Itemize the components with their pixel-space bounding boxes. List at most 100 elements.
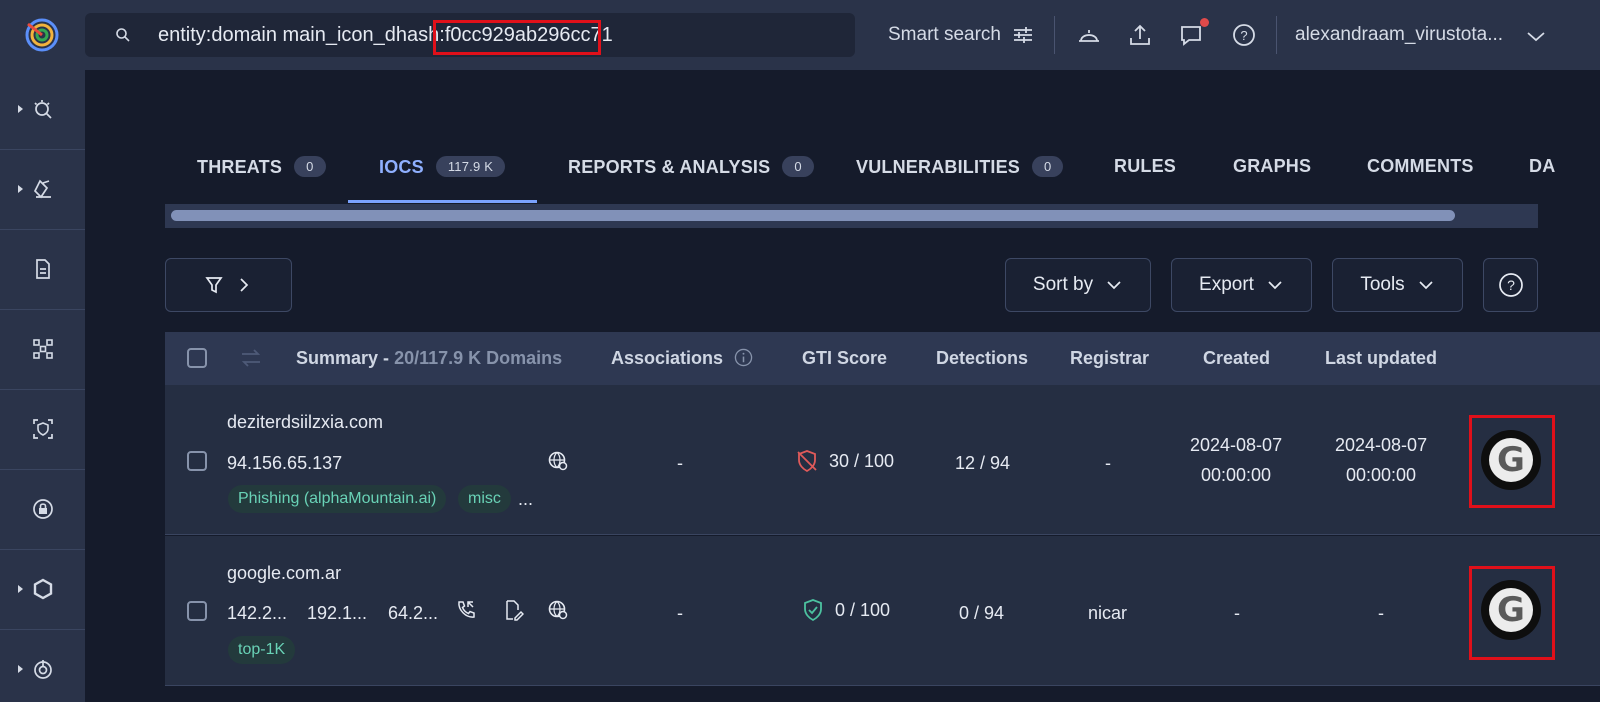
tab-comments[interactable]: COMMENTS xyxy=(1367,156,1474,177)
column-summary[interactable]: Summary - 20/117.9 K Domains xyxy=(296,348,562,369)
associations-value: - xyxy=(677,603,683,623)
column-associations[interactable]: Associations xyxy=(611,348,753,369)
column-registrar[interactable]: Registrar xyxy=(1070,348,1149,369)
tab-count-badge: 0 xyxy=(782,156,814,177)
shield-scan-icon xyxy=(33,419,53,439)
chevron-down-icon xyxy=(1268,281,1282,290)
highlight-box-favicon xyxy=(1469,415,1555,508)
row-checkbox[interactable] xyxy=(187,451,207,471)
caret-right-icon xyxy=(18,105,23,113)
tab-iocs[interactable]: IOCS 117.9 K xyxy=(379,156,506,178)
tools-button[interactable]: Tools xyxy=(1332,258,1463,312)
globe-search-icon[interactable] xyxy=(547,599,569,621)
chevron-down-icon[interactable] xyxy=(1522,22,1550,50)
document-icon xyxy=(36,259,50,279)
lock-icon xyxy=(33,499,53,519)
user-menu[interactable]: alexandraam_virustota... xyxy=(1295,24,1503,46)
filter-button[interactable] xyxy=(165,258,292,312)
divider xyxy=(1054,16,1055,54)
help-icon: ? xyxy=(1498,273,1523,297)
sidebar-item-security[interactable] xyxy=(0,470,85,550)
column-created[interactable]: Created xyxy=(1203,348,1270,369)
help-button[interactable]: ? xyxy=(1483,258,1538,312)
target-icon xyxy=(34,660,52,679)
tab-vulnerabilities[interactable]: VULNERABILITIES 0 xyxy=(856,156,1064,178)
tag-misc[interactable]: misc xyxy=(458,485,511,513)
svg-text:?: ? xyxy=(1507,277,1515,293)
tab-graphs[interactable]: GRAPHS xyxy=(1233,156,1311,177)
export-label: Export xyxy=(1199,274,1254,295)
gti-score-value: 30 / 100 xyxy=(829,450,895,471)
tab-count-badge: 0 xyxy=(1032,156,1064,177)
sidebar-item-monitor[interactable] xyxy=(0,390,85,470)
horizontal-scrollbar[interactable] xyxy=(165,204,1538,228)
highlight-box-hash xyxy=(433,20,601,55)
created-date: 2024-08-07 xyxy=(1190,435,1283,455)
app-logo-icon[interactable] xyxy=(22,14,62,54)
detections-value: 0 / 94 xyxy=(959,603,1005,623)
globe-search-icon[interactable] xyxy=(547,450,569,472)
updated-date: 2024-08-07 xyxy=(1335,435,1428,455)
domain-link[interactable]: deziterdsiilzxia.com xyxy=(227,412,383,433)
active-tab-indicator xyxy=(348,200,537,203)
ip-address[interactable]: 142.2... xyxy=(227,603,287,624)
domain-link[interactable]: google.com.ar xyxy=(227,563,341,584)
tab-count-badge: 0 xyxy=(294,156,326,177)
divider xyxy=(1276,16,1277,54)
flask-icon xyxy=(33,179,51,199)
tab-reports-analysis[interactable]: REPORTS & ANALYSIS 0 xyxy=(568,156,814,178)
created-value: - xyxy=(1234,603,1240,623)
smart-search-label[interactable]: Smart search xyxy=(888,24,1001,46)
ip-address[interactable]: 64.2... xyxy=(388,603,438,624)
chevron-right-icon xyxy=(239,278,248,292)
sidebar-item-hexagon[interactable] xyxy=(0,550,85,630)
swap-icon[interactable] xyxy=(239,347,263,369)
help-icon[interactable]: ? xyxy=(1230,21,1258,49)
sidebar-item-reports[interactable] xyxy=(0,230,85,310)
caret-right-icon xyxy=(18,185,23,193)
phone-icon[interactable] xyxy=(455,599,477,621)
sidebar-item-tools[interactable] xyxy=(0,150,85,230)
chevron-down-icon xyxy=(1419,281,1433,290)
highlight-box-favicon xyxy=(1469,566,1555,660)
ip-address[interactable]: 192.1... xyxy=(307,603,367,624)
tab-count-badge: 117.9 K xyxy=(435,156,506,177)
gti-score: 30 / 100 xyxy=(795,449,894,473)
tools-label: Tools xyxy=(1360,274,1405,295)
tab-da[interactable]: DA xyxy=(1529,156,1555,177)
last-updated-value: - xyxy=(1378,603,1384,623)
table-header: Summary - 20/117.9 K Domains Association… xyxy=(165,332,1600,385)
row-checkbox[interactable] xyxy=(187,601,207,621)
bell-desk-icon[interactable] xyxy=(1075,21,1103,49)
created-time: 00:00:00 xyxy=(1201,465,1272,485)
search-icon xyxy=(116,28,130,42)
table-row[interactable]: google.com.ar 142.2... 192.1... 64.2... … xyxy=(165,536,1600,686)
sidebar-item-graph[interactable] xyxy=(0,310,85,390)
updated-time: 00:00:00 xyxy=(1346,465,1417,485)
shield-malicious-icon xyxy=(797,450,817,473)
upload-icon[interactable] xyxy=(1126,21,1154,49)
select-all-checkbox[interactable] xyxy=(187,348,207,368)
sidebar-item-intel[interactable] xyxy=(0,630,85,702)
scrollbar-thumb[interactable] xyxy=(171,210,1455,221)
sidebar-item-threat-hunting[interactable] xyxy=(0,70,85,150)
column-last-updated[interactable]: Last updated xyxy=(1325,348,1437,369)
tag-top-1k[interactable]: top-1K xyxy=(228,636,296,664)
tab-rules[interactable]: RULES xyxy=(1114,156,1176,177)
more-tags[interactable]: ... xyxy=(518,489,533,510)
column-gti-score[interactable]: GTI Score xyxy=(802,348,887,369)
table-row[interactable]: deziterdsiilzxia.com 94.156.65.137 Phish… xyxy=(165,385,1600,535)
ip-address[interactable]: 94.156.65.137 xyxy=(227,453,342,474)
sort-by-button[interactable]: Sort by xyxy=(1005,258,1151,312)
info-icon[interactable] xyxy=(734,348,753,367)
tag-phishing[interactable]: Phishing (alphaMountain.ai) xyxy=(228,485,447,513)
registrar-value: nicar xyxy=(1088,603,1128,623)
tab-bar: THREATS 0 IOCS 117.9 K REPORTS & ANALYSIS 0… xyxy=(85,140,1600,202)
hexagon-icon xyxy=(33,578,53,600)
detections-value: 12 / 94 xyxy=(955,453,1011,473)
export-button[interactable]: Export xyxy=(1171,258,1312,312)
sliders-icon[interactable] xyxy=(1009,21,1037,49)
file-edit-icon[interactable] xyxy=(502,599,524,621)
column-detections[interactable]: Detections xyxy=(936,348,1028,369)
tab-threats[interactable]: THREATS 0 xyxy=(197,156,326,178)
